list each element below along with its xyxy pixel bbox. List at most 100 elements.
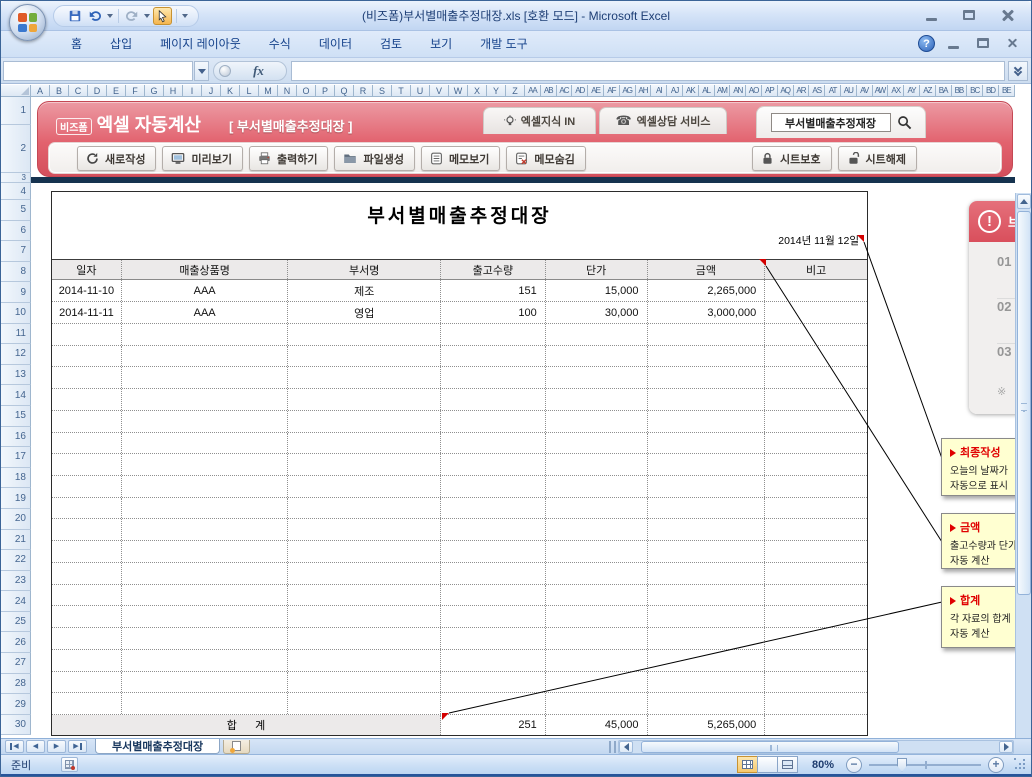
total-amount[interactable]: 5,265,000 (648, 715, 766, 735)
row-header[interactable]: 10 (1, 302, 31, 324)
table-empty-cell[interactable] (765, 693, 867, 714)
table-empty-cell[interactable] (288, 389, 442, 410)
table-empty-cell[interactable] (288, 649, 442, 671)
name-box[interactable] (3, 61, 193, 81)
preview-button[interactable]: 미리보기 (162, 146, 243, 171)
table-empty-cell[interactable] (648, 389, 766, 410)
vertical-scroll-thumb[interactable] (1017, 211, 1031, 595)
view-normal-button[interactable] (736, 756, 758, 773)
column-header[interactable]: AD (572, 85, 589, 97)
column-header[interactable]: E (107, 85, 126, 97)
table-empty-cell[interactable] (441, 671, 546, 693)
column-header[interactable]: BD (983, 85, 999, 97)
table-empty-cell[interactable] (648, 345, 766, 367)
table-empty-cell[interactable] (648, 476, 766, 497)
horizontal-scrollbar[interactable] (618, 739, 1014, 754)
undo-button[interactable] (86, 7, 104, 25)
table-empty-cell[interactable] (441, 454, 546, 476)
column-header[interactable]: N (278, 85, 297, 97)
workbook-restore-button[interactable] (973, 36, 995, 51)
table-empty-cell[interactable] (52, 541, 122, 562)
row-header[interactable]: 5 (1, 200, 31, 221)
table-empty-cell[interactable] (441, 693, 546, 714)
column-header[interactable]: U (411, 85, 430, 97)
new-document-button[interactable]: 새로작성 (77, 146, 157, 171)
table-empty-cell[interactable] (546, 562, 648, 584)
ribbon-tab[interactable]: 삽입 (96, 31, 146, 58)
table-header-cell[interactable]: 출고수량 (441, 260, 546, 279)
sheet-protect-button[interactable]: 시트보호 (752, 146, 832, 171)
table-empty-cell[interactable] (288, 584, 442, 606)
table-empty-cell[interactable] (648, 324, 766, 345)
ribbon-tab[interactable]: 데이터 (305, 31, 366, 58)
cell-qty[interactable]: 151 (441, 280, 546, 301)
column-header[interactable]: F (126, 85, 145, 97)
column-header[interactable]: D (88, 85, 107, 97)
table-empty-cell[interactable] (52, 519, 122, 541)
column-header[interactable]: O (297, 85, 316, 97)
table-empty-cell[interactable] (288, 541, 442, 562)
total-price[interactable]: 45,000 (546, 715, 648, 735)
table-empty-cell[interactable] (765, 650, 867, 671)
table-empty-cell[interactable] (122, 454, 289, 476)
column-header[interactable]: BA (935, 85, 952, 97)
table-empty-cell[interactable] (765, 672, 867, 693)
column-header[interactable]: AU (840, 85, 857, 97)
table-empty-cell[interactable] (546, 345, 648, 367)
table-empty-cell[interactable] (288, 671, 442, 693)
first-sheet-button[interactable]: ◀ (5, 740, 24, 753)
restore-button[interactable] (959, 8, 981, 23)
table-empty-cell[interactable] (546, 497, 648, 519)
sheet-tab-active[interactable]: 부서별매출추정대장 (95, 739, 221, 754)
column-header[interactable]: M (259, 85, 278, 97)
table-empty-cell[interactable] (765, 498, 867, 519)
worksheet-area[interactable]: 비즈폼 엑셀 자동계산 [ 부서별매출추정대장 ] 엑셀지식 IN ☎ 엑셀상담… (31, 97, 1015, 738)
table-empty-cell[interactable] (648, 519, 766, 541)
table-empty-cell[interactable] (546, 606, 648, 628)
table-header-cell[interactable]: 부서명 (288, 260, 442, 279)
table-empty-cell[interactable] (546, 454, 648, 476)
total-note[interactable] (765, 715, 867, 735)
row-header[interactable]: 19 (1, 488, 31, 509)
pointer-button[interactable] (153, 7, 172, 25)
table-empty-cell[interactable] (122, 606, 289, 628)
column-header[interactable]: T (392, 85, 411, 97)
table-empty-cell[interactable] (288, 693, 442, 714)
table-empty-cell[interactable] (288, 432, 442, 454)
undo-dropdown[interactable] (107, 14, 113, 18)
table-empty-cell[interactable] (122, 367, 289, 389)
table-empty-cell[interactable] (546, 410, 648, 432)
table-empty-cell[interactable] (52, 410, 122, 432)
column-header[interactable]: Y (487, 85, 506, 97)
scroll-up-button[interactable] (1017, 194, 1031, 209)
table-empty-cell[interactable] (52, 476, 122, 497)
cell-dept[interactable]: 제조 (288, 280, 442, 301)
row-header[interactable]: 16 (1, 426, 31, 448)
column-header[interactable]: BC (967, 85, 984, 97)
table-empty-cell[interactable] (52, 497, 122, 519)
table-empty-cell[interactable] (288, 454, 442, 476)
table-empty-cell[interactable] (648, 454, 766, 476)
cell-amount[interactable]: 3,000,000 (648, 302, 766, 323)
zoom-slider-thumb[interactable] (897, 757, 907, 772)
table-empty-cell[interactable] (546, 519, 648, 541)
row-header[interactable]: 11 (1, 323, 31, 345)
table-empty-cell[interactable] (441, 432, 546, 454)
column-header[interactable]: K (221, 85, 240, 97)
table-empty-cell[interactable] (288, 606, 442, 628)
memo-hide-button[interactable]: 메모숨김 (506, 146, 586, 171)
table-empty-cell[interactable] (648, 562, 766, 584)
ribbon-tab[interactable]: 홈 (57, 31, 96, 58)
row-header[interactable]: 9 (1, 282, 31, 303)
column-header[interactable]: AK (682, 85, 699, 97)
table-empty-cell[interactable] (546, 584, 648, 606)
table-empty-cell[interactable] (546, 324, 648, 345)
ribbon-tab[interactable]: 개발 도구 (466, 31, 542, 58)
table-empty-cell[interactable] (122, 541, 289, 562)
row-header[interactable]: 3 (1, 173, 31, 183)
table-empty-cell[interactable] (648, 367, 766, 389)
column-header[interactable]: AR (793, 85, 810, 97)
table-empty-cell[interactable] (122, 324, 289, 345)
table-empty-cell[interactable] (765, 541, 867, 562)
row-header[interactable]: 6 (1, 220, 31, 242)
